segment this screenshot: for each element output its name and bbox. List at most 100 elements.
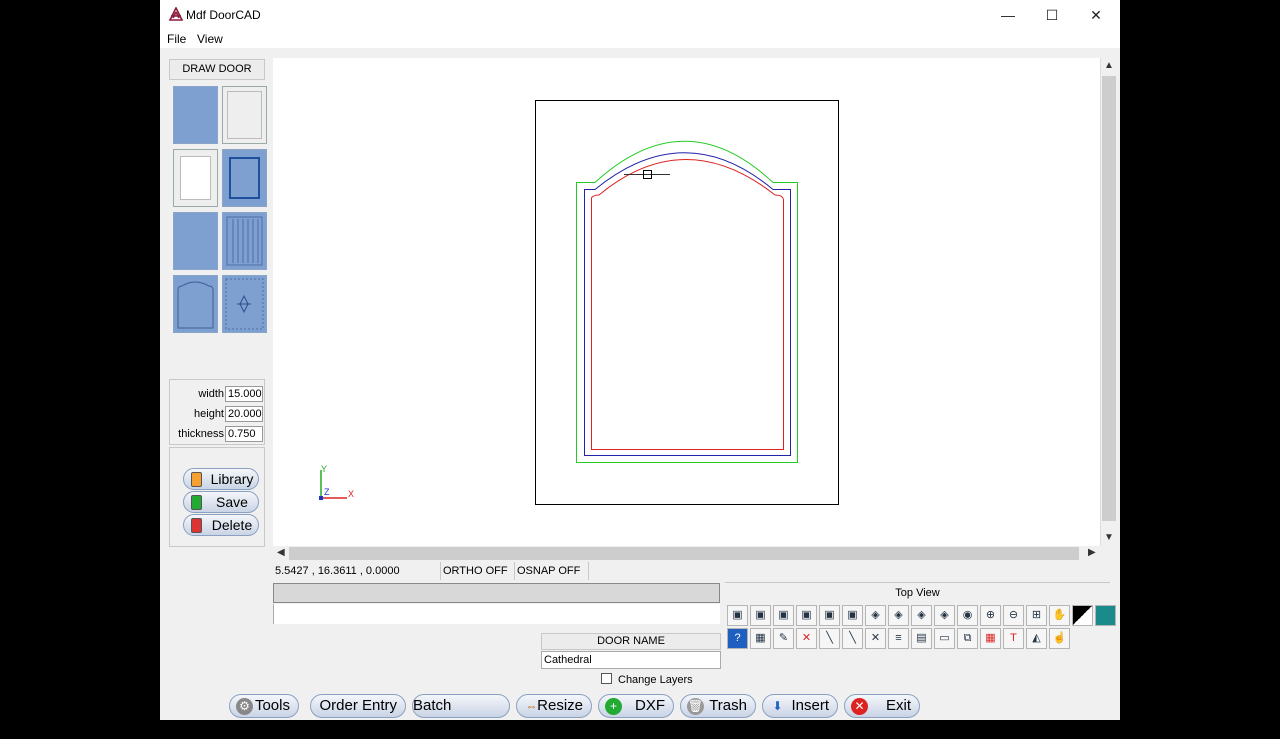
raised-panel-door-button[interactable] [222,149,267,207]
order-entry-label: Order Entry [319,697,397,714]
top-view-icon[interactable]: ▣ [819,605,840,626]
diamond-door-button[interactable] [222,275,267,333]
scroll-up-icon[interactable]: ▲ [1104,60,1114,71]
view-toolbar: Top View ▣ ▣ ▣ ▣ ▣ ▣ ◈ ◈ ◈ ◈ ◉ ⊕ ⊖ ⊞ ✋ ?… [725,582,1116,650]
panel-outline-icon [180,156,211,200]
insert-button[interactable]: ⬇ Insert [762,694,838,718]
app-logo-icon [168,7,184,21]
iso-view-1-icon[interactable]: ◈ [865,605,886,626]
library-panel: Library Save Delete [169,447,265,547]
thickness-input[interactable]: 0.750 [225,426,263,442]
inner-profile-line [591,159,784,450]
copy-icon[interactable]: ⧉ [957,628,978,649]
back-view-icon[interactable]: ▣ [750,605,771,626]
layers-icon[interactable]: ≡ [888,628,909,649]
slab-door-button[interactable] [173,86,218,144]
width-input[interactable]: 15.000 [225,386,263,402]
cathedral-door-button[interactable] [173,275,218,333]
ortho-toggle[interactable]: ORTHO OFF [441,562,515,580]
background-color-icon[interactable] [1072,605,1093,626]
coordinates-readout: 5.5427 , 16.3611 , 0.0000 [273,562,441,580]
save-button[interactable]: Save [183,491,259,513]
shaker-door-button[interactable] [173,149,218,207]
delete-label: Delete [211,517,253,533]
batch-orders-button[interactable]: Batch Orders [412,694,510,736]
flat-panel-door-button[interactable] [222,86,267,144]
command-input[interactable] [273,604,720,624]
delete-button[interactable]: Delete [183,514,259,536]
horizontal-scroll-thumb[interactable] [289,547,1079,560]
draw-door-label: DRAW DOOR [169,59,265,80]
drawing-canvas[interactable]: Y Z X [273,58,1101,546]
thickness-row: thickness 0.750 [170,425,266,443]
save-icon [191,495,202,510]
dxf-button[interactable]: + DXF [598,694,674,718]
delete-icon [191,518,202,533]
front-view-icon[interactable]: ▣ [727,605,748,626]
menu-view[interactable]: View [197,32,223,46]
array-icon[interactable]: ▦ [980,628,1001,649]
trim-icon[interactable]: ✕ [865,628,886,649]
osnap-toggle[interactable]: OSNAP OFF [515,562,589,580]
status-bar: 5.5427 , 16.3611 , 0.0000 ORTHO OFF OSNA… [273,562,773,580]
zoom-out-icon[interactable]: ⊖ [1003,605,1024,626]
menu-file[interactable]: File [167,32,186,46]
right-view-icon[interactable]: ▣ [796,605,817,626]
help-icon[interactable]: ? [727,628,748,649]
pencil-icon[interactable]: ✎ [773,628,794,649]
delete-entity-icon[interactable]: ✕ [796,628,817,649]
change-layers-checkbox[interactable]: Change Layers [601,673,693,686]
pan-hand-icon[interactable]: ✋ [1049,605,1070,626]
text-tool-icon[interactable]: T [1003,628,1024,649]
raised-panel-icon [229,157,260,199]
library-button[interactable]: Library [183,468,259,490]
scroll-down-icon[interactable]: ▼ [1104,532,1114,543]
height-row: height 20.000 [170,405,266,423]
door-name-input[interactable]: Cathedral [541,651,721,669]
plus-icon: + [605,698,622,715]
iso-view-4-icon[interactable]: ◈ [934,605,955,626]
window-title: Mdf DoorCAD [186,8,261,22]
zoom-in-icon[interactable]: ⊕ [980,605,1001,626]
door-name-label: DOOR NAME [541,633,721,650]
iso-view-3-icon[interactable]: ◈ [911,605,932,626]
select-hand-icon[interactable]: ☝ [1049,628,1070,649]
bottom-view-icon[interactable]: ▣ [842,605,863,626]
tools-button[interactable]: ⚙ Tools [229,694,299,718]
label-icon[interactable]: ▤ [911,628,932,649]
command-area [273,583,720,624]
cathedral-icon [177,281,214,329]
beadboard-door-button[interactable] [222,212,267,270]
resize-button[interactable]: ⇔ Resize [516,694,592,718]
vertical-scroll-thumb[interactable] [1102,76,1116,521]
left-view-icon[interactable]: ▣ [773,605,794,626]
axis-indicator: Y Z X [319,464,354,500]
line-tool-icon[interactable]: ╲ [819,628,840,649]
maximize-button[interactable]: ☐ [1030,0,1074,30]
exit-button[interactable]: ✕ Exit [844,694,920,718]
measure-icon[interactable]: ▭ [934,628,955,649]
zoom-extents-icon[interactable]: ⊞ [1026,605,1047,626]
height-input[interactable]: 20.000 [225,406,263,422]
render-icon[interactable]: ◉ [957,605,978,626]
tools-label: Tools [254,697,290,714]
calculator-icon[interactable]: ▦ [750,628,771,649]
layer-color-icon[interactable] [1095,605,1116,626]
panel-outline-icon [227,91,262,139]
close-button[interactable]: ✕ [1074,0,1118,30]
iso-view-2-icon[interactable]: ◈ [888,605,909,626]
trash-button[interactable]: 🗑 Trash [680,694,756,718]
horizontal-scrollbar[interactable]: ◀ ▶ [273,546,1101,561]
scroll-right-icon[interactable]: ▶ [1088,547,1096,558]
line-edit-icon[interactable]: ╲ [842,628,863,649]
dimensions-panel: width 15.000 height 20.000 thickness 0.7… [169,379,265,445]
vertical-scrollbar[interactable]: ▲ ▼ [1100,58,1116,546]
order-entry-button[interactable]: Order Entry [310,694,406,718]
mirror-icon[interactable]: ◭ [1026,628,1047,649]
view-label: Top View [895,587,940,599]
checkbox-icon[interactable] [601,673,612,684]
scroll-left-icon[interactable]: ◀ [277,547,285,558]
tall-door-button[interactable] [173,212,218,270]
outer-profile-line [576,140,798,463]
minimize-button[interactable]: — [986,0,1030,30]
